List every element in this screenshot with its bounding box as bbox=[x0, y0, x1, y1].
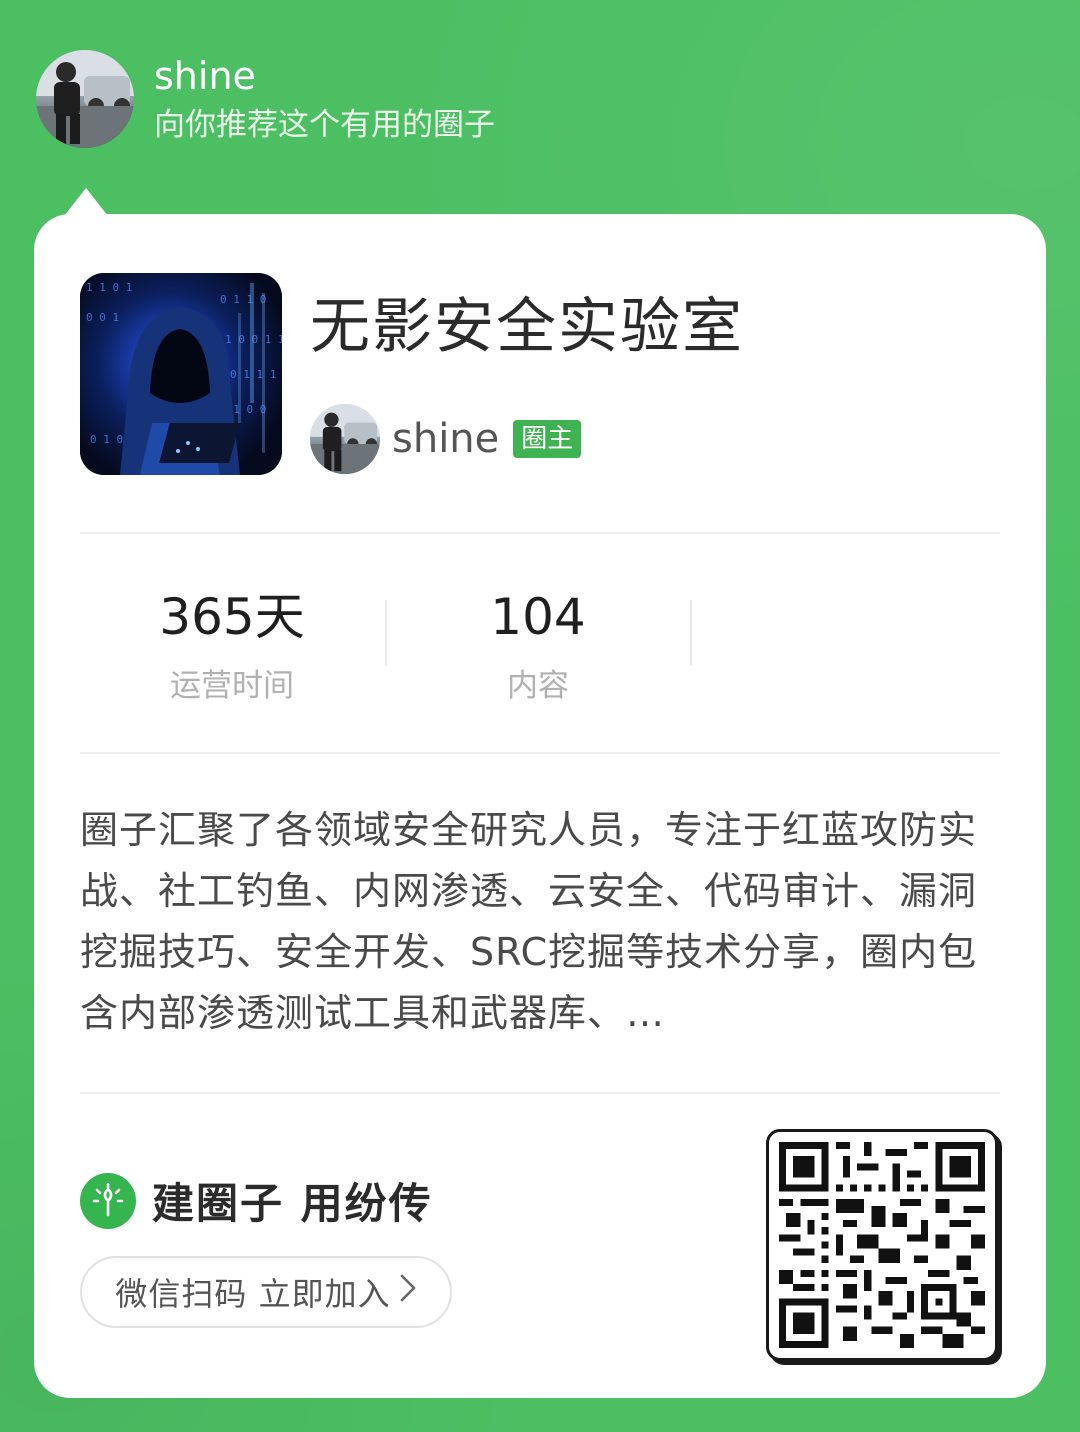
group-title: 无影安全实验室 bbox=[310, 292, 744, 362]
owner-avatar[interactable] bbox=[310, 404, 380, 474]
owner-badge: 圈主 bbox=[513, 420, 582, 458]
svg-text:1 1 0 1: 1 1 0 1 bbox=[86, 281, 132, 294]
qr-code[interactable] bbox=[766, 1129, 998, 1361]
sharer-avatar[interactable] bbox=[36, 50, 134, 148]
stat-value: 104 bbox=[490, 588, 586, 646]
join-button-label: 微信扫码 立即加入 bbox=[115, 1275, 391, 1313]
stat-operating-time: 365天 运营时间 bbox=[132, 586, 332, 705]
chevron-right-icon bbox=[399, 1272, 417, 1312]
group-owner[interactable]: shine 圈主 bbox=[310, 404, 582, 474]
svg-text:0 0 1: 0 0 1 bbox=[86, 311, 119, 324]
group-card: 1 1 0 1 0 0 1 0 1 1 0 1 0 0 1 1 0 1 1 1 … bbox=[34, 214, 1046, 1398]
sharer-message: 向你推荐这个有用的圈子 bbox=[154, 107, 495, 143]
owner-name: shine bbox=[392, 416, 500, 462]
svg-text:0 1 1 0: 0 1 1 0 bbox=[220, 293, 266, 306]
sharer-header: shine 向你推荐这个有用的圈子 bbox=[36, 50, 495, 148]
card-pointer bbox=[64, 188, 108, 216]
brand-slogan: 建圈子 用纷传 bbox=[152, 1179, 433, 1228]
stat-separator bbox=[385, 600, 387, 666]
group-cover-image[interactable]: 1 1 0 1 0 0 1 0 1 1 0 1 0 0 1 1 0 1 1 1 … bbox=[80, 273, 282, 475]
divider bbox=[80, 752, 1000, 754]
stat-label: 运营时间 bbox=[170, 668, 294, 704]
join-button[interactable]: 微信扫码 立即加入 bbox=[80, 1256, 452, 1328]
qr-code-icon bbox=[779, 1142, 985, 1348]
stat-value: 365天 bbox=[159, 588, 305, 646]
brand-row: 建圈子 用纷传 bbox=[80, 1170, 433, 1231]
stat-label: 内容 bbox=[507, 668, 569, 704]
divider bbox=[80, 532, 1000, 534]
stat-separator bbox=[690, 600, 692, 666]
group-description: 圈子汇聚了各领域安全研究人员，专注于红蓝攻防实战、社工钓鱼、内网渗透、云安全、代… bbox=[80, 808, 978, 1035]
sharer-name: shine bbox=[154, 54, 256, 98]
divider bbox=[80, 1092, 1000, 1094]
fenchuan-logo-icon bbox=[80, 1172, 136, 1229]
stat-content-count: 104 内容 bbox=[438, 586, 638, 705]
svg-text:0 1 0: 0 1 0 bbox=[90, 433, 123, 446]
